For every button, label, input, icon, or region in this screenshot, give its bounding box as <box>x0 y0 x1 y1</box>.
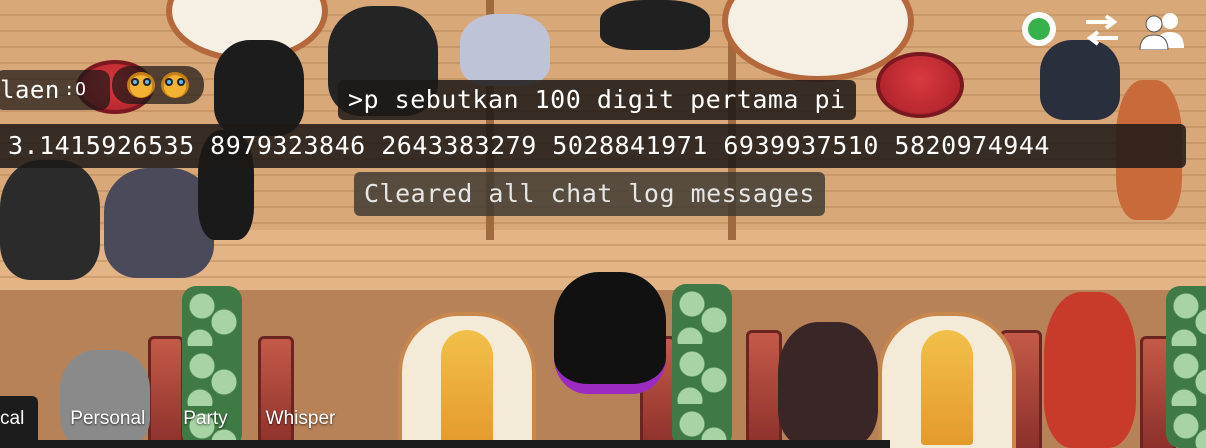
player-avatar[interactable] <box>778 322 878 448</box>
player-avatar[interactable] <box>600 0 710 50</box>
player-avatar[interactable] <box>460 14 550 86</box>
tab-personal[interactable]: Personal <box>56 396 159 442</box>
tab-party[interactable]: Party <box>169 396 241 442</box>
swap-arrows-icon[interactable] <box>1082 12 1122 48</box>
chat-name-bubble[interactable]: laen:O <box>0 70 110 110</box>
flower-bush <box>1166 286 1206 448</box>
player-avatar-black-cat[interactable] <box>554 272 666 394</box>
red-booth-panel <box>746 330 782 448</box>
player-avatar[interactable] <box>0 160 100 280</box>
emoji-chat-bubble[interactable] <box>112 66 204 104</box>
chat-command-line: >p sebutkan 100 digit pertama pi <box>338 80 856 120</box>
crying-emoji-icon <box>161 72 189 98</box>
player-avatar[interactable] <box>1044 292 1136 448</box>
crying-emoji-icon <box>127 72 155 98</box>
arched-window <box>398 312 536 448</box>
tab-local[interactable]: cal <box>0 396 39 442</box>
player-avatar[interactable] <box>214 40 304 136</box>
arched-window <box>878 312 1016 448</box>
player-avatar[interactable] <box>1040 40 1120 120</box>
flower-bush <box>672 284 732 448</box>
chat-sender-name: laen <box>0 76 60 104</box>
friends-icon[interactable] <box>1136 10 1188 51</box>
status-online-icon[interactable] <box>1022 12 1056 46</box>
chat-sender-suffix: :O <box>63 79 87 100</box>
chat-system-message: Cleared all chat log messages <box>354 172 825 216</box>
tab-whisper[interactable]: Whisper <box>252 396 350 442</box>
red-cushion <box>876 52 964 118</box>
chat-tabs: cal Personal Party Whisper <box>0 394 349 448</box>
chat-pi-digits-line: 3.1415926535 8979323846 2643383279 50288… <box>0 124 1186 168</box>
